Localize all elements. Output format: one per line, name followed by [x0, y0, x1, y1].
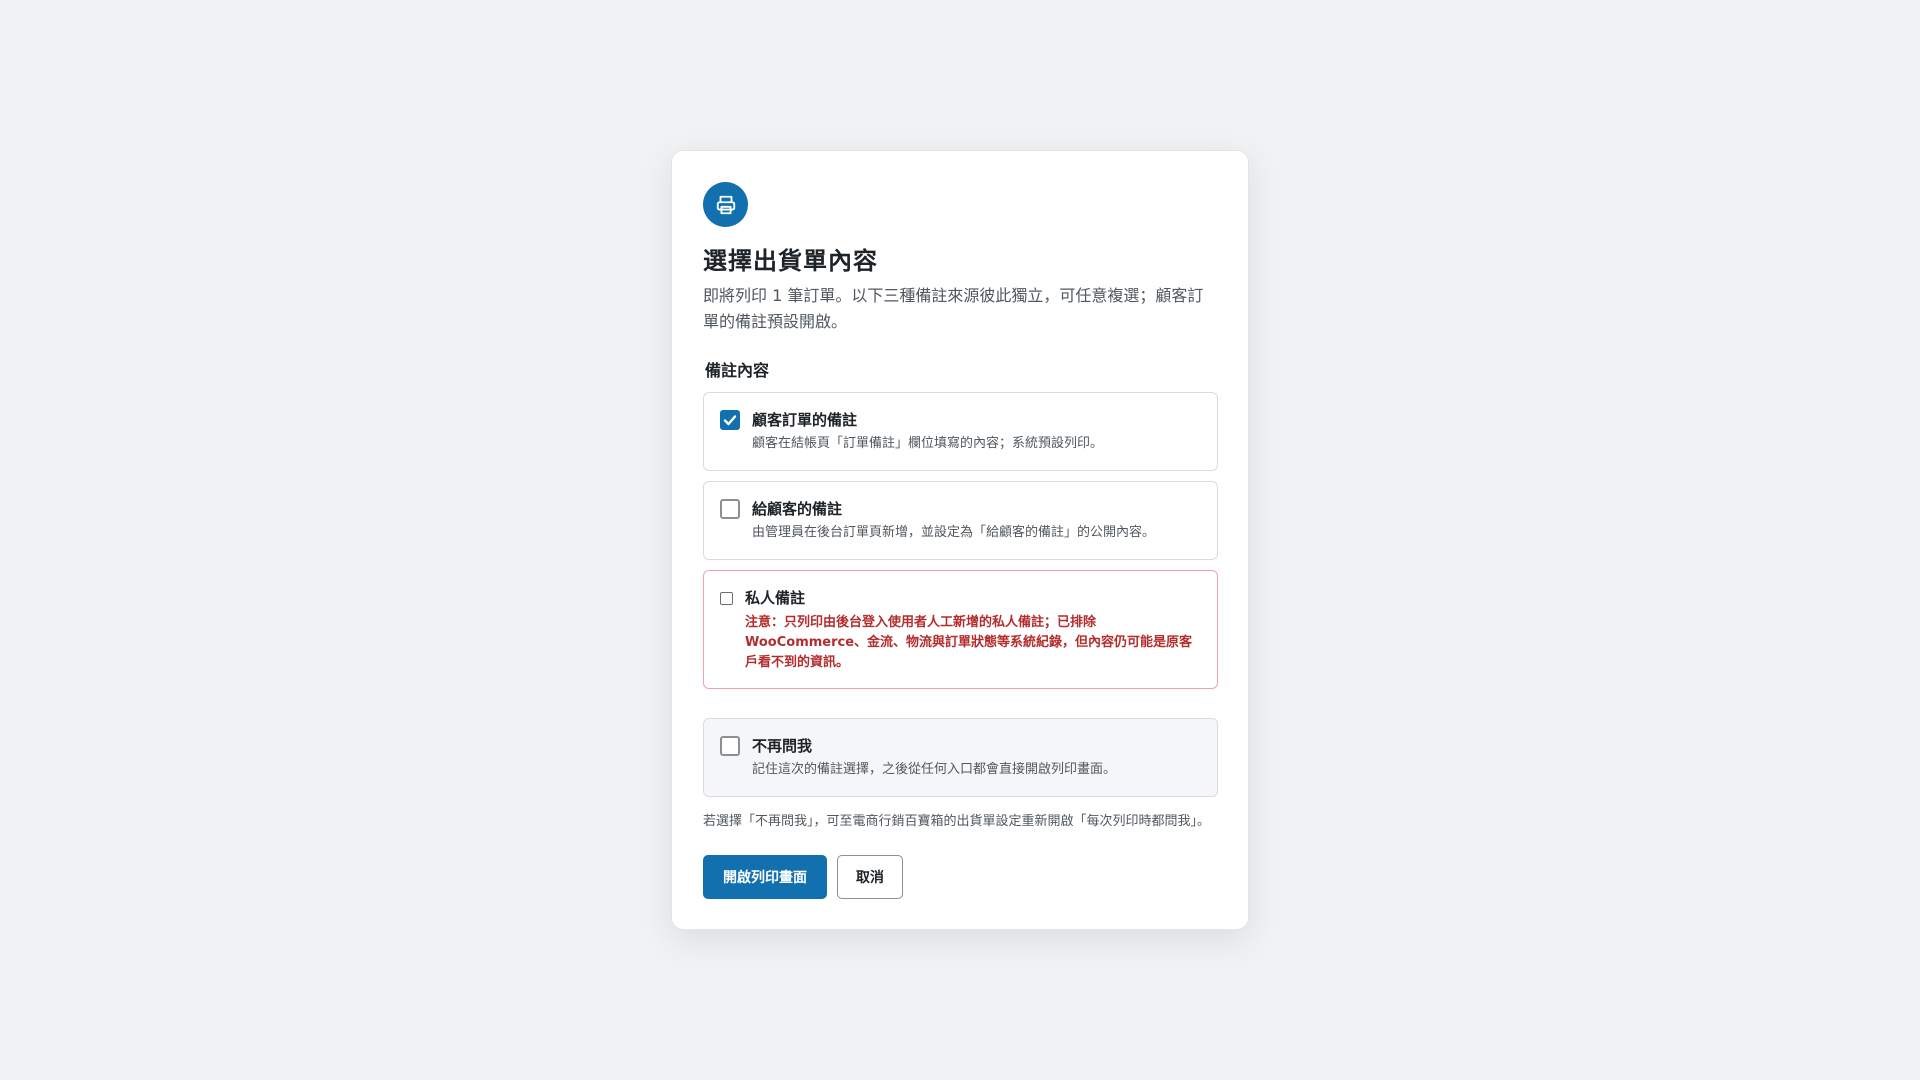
option-customer-note[interactable]: 顧客訂單的備註 顧客在結帳頁「訂單備註」欄位填寫的內容；系統預設列印。 [703, 392, 1218, 471]
private-note-warning: 注意：只列印由後台登入使用者人工新增的私人備註；已排除 WooCommerce、… [745, 615, 1193, 670]
private-note-title: 私人備註 [745, 589, 806, 607]
customer-note-title: 顧客訂單的備註 [752, 411, 858, 429]
dialog-description: 即將列印 1 筆訂單。以下三種備註來源彼此獨立，可任意複選；顧客訂單的備註預設開… [703, 286, 1204, 331]
option-private-note[interactable]: 私人備註 注意：只列印由後台登入使用者人工新增的私人備註；已排除 WooComm… [703, 570, 1218, 689]
cancel-button[interactable]: 取消 [837, 855, 903, 899]
dont-ask-title: 不再問我 [752, 737, 813, 755]
printer-icon [703, 182, 748, 227]
customer-note-checkbox[interactable] [720, 410, 740, 430]
option-note-to-customer[interactable]: 給顧客的備註 由管理員在後台訂單頁新增，並設定為「給顧客的備註」的公開內容。 [703, 481, 1218, 560]
dont-ask-checkbox[interactable] [720, 736, 740, 756]
option-dont-ask-again[interactable]: 不再問我 記住這次的備註選擇，之後從任何入口都會直接開啟列印畫面。 [703, 718, 1218, 797]
section-label: 備註內容 [705, 361, 770, 380]
dialog-actions: 開啟列印畫面 取消 [703, 855, 1217, 899]
private-note-checkbox[interactable] [720, 592, 733, 605]
settings-footnote: 若選擇「不再問我」，可至電商行銷百寶箱的出貨單設定重新開啟「每次列印時都問我」。 [703, 814, 1211, 829]
dialog-title: 選擇出貨單內容 [703, 247, 878, 275]
note-to-customer-subtitle: 由管理員在後台訂單頁新增，並設定為「給顧客的備註」的公開內容。 [752, 525, 1156, 540]
customer-note-subtitle: 顧客在結帳頁「訂單備註」欄位填寫的內容；系統預設列印。 [752, 436, 1104, 451]
note-to-customer-title: 給顧客的備註 [752, 500, 843, 518]
open-print-button[interactable]: 開啟列印畫面 [703, 855, 827, 899]
note-to-customer-checkbox[interactable] [720, 499, 740, 519]
print-options-dialog: 選擇出貨單內容 即將列印 1 筆訂單。以下三種備註來源彼此獨立，可任意複選；顧客… [671, 150, 1249, 930]
dont-ask-subtitle: 記住這次的備註選擇，之後從任何入口都會直接開啟列印畫面。 [752, 762, 1117, 777]
